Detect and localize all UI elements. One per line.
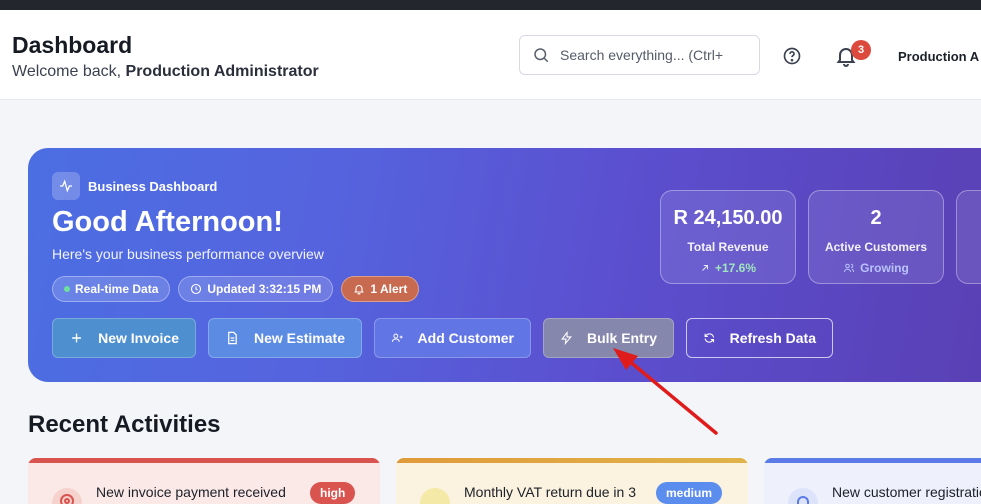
bell-icon [354,285,365,295]
document-icon [228,331,237,345]
new-invoice-label: New Invoice [98,330,179,346]
search-input[interactable] [560,47,740,63]
welcome-message: Welcome back, Production Administrator [12,63,319,81]
stat-label: Active Customers [824,240,928,254]
user-menu[interactable]: Production A [898,49,979,64]
bulk-entry-label: Bulk Entry [586,330,657,346]
alert-chip-label: 1 Alert [370,282,408,296]
card-accent-bar [28,458,380,463]
overview-text: Here's your business performance overvie… [52,246,324,262]
stat-value: R 24,150.00 [673,207,783,229]
plus-icon [72,333,81,343]
hero-banner: Business Dashboard Good Afternoon! Here'… [28,148,981,382]
stat-value: 2 [870,207,882,229]
location-pin-icon [52,488,82,504]
priority-badge: high [310,482,356,504]
recent-activities-title: Recent Activities [28,411,221,438]
new-invoice-button[interactable]: New Invoice [52,318,196,358]
trend-up-icon [702,264,709,271]
refresh-data-label: Refresh Data [729,330,816,346]
new-estimate-label: New Estimate [253,330,345,346]
refresh-data-button[interactable]: Refresh Data [686,318,833,358]
stat-label: Total Revenue [687,240,769,254]
activity-icon [52,172,80,200]
add-customer-label: Add Customer [417,330,514,346]
stat-trend: +17.6% [661,261,795,275]
card-title: New invoice payment received [96,484,286,500]
welcome-prefix: Welcome back, [12,63,126,80]
priority-badge: medium [656,482,723,504]
refresh-icon [704,333,715,343]
stat-trend-value: +17.6% [714,261,757,275]
quick-actions: New Invoice New Estimate Add Customer Bu… [52,318,833,358]
stat-trend-value: Growing [860,261,909,275]
users-icon [844,263,855,273]
card-accent-bar [764,458,981,463]
alert-chip[interactable]: 1 Alert [341,276,420,302]
updated-chip-label: Updated 3:32:15 PM [207,282,322,296]
activity-card-vat-return[interactable]: Monthly VAT return due in 3 medium [396,458,748,504]
calendar-icon [420,488,450,504]
clock-icon [191,283,202,295]
user-plus-icon [391,333,403,342]
card-title: Monthly VAT return due in 3 [464,484,636,500]
stat-trend: Growing [809,261,943,275]
page-title: Dashboard [12,32,133,58]
status-chips: Real-time Data Updated 3:32:15 PM 1 Aler… [52,276,420,302]
global-search[interactable] [519,35,760,75]
add-customer-button[interactable]: Add Customer [374,318,531,358]
card-accent-bar [396,458,748,463]
stat-total-revenue: R 24,150.00 Total Revenue +17.6% [660,190,796,284]
bulk-entry-button[interactable]: Bulk Entry [543,318,674,358]
top-header: Dashboard Welcome back, Production Admin… [0,10,981,100]
bell-icon [788,488,818,504]
live-dot-icon [64,286,70,292]
realtime-chip-label: Real-time Data [75,282,159,296]
stat-card-partial [956,190,981,284]
stat-active-customers: 2 Active Customers Growing [808,190,944,284]
new-estimate-button[interactable]: New Estimate [208,318,362,358]
updated-chip: Updated 3:32:15 PM [178,276,334,302]
greeting: Good Afternoon! [52,206,283,238]
activity-card-new-customer[interactable]: New customer registratio [764,458,981,504]
card-title: New customer registratio [832,484,981,500]
help-icon[interactable] [782,46,802,66]
hero-ribbon-label: Business Dashboard [88,178,218,194]
search-icon [534,48,549,63]
notification-badge: 3 [851,40,871,60]
window-top-strip [0,0,981,10]
realtime-chip: Real-time Data [52,276,171,302]
activity-card-invoice-payment[interactable]: New invoice payment received high [28,458,380,504]
welcome-user: Production Administrator [125,63,319,80]
hero-ribbon: Business Dashboard [52,172,217,200]
lightning-icon [561,330,572,346]
